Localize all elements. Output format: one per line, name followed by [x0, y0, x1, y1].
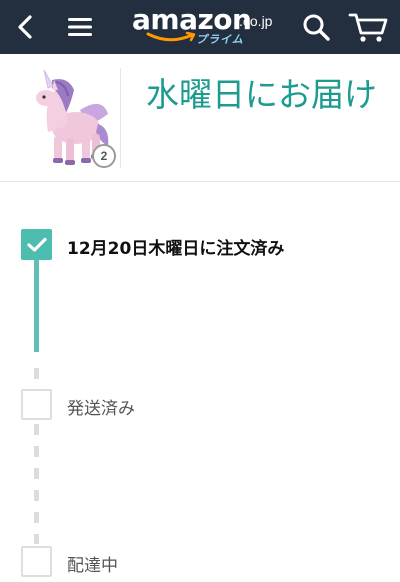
step-out-for-delivery-checkbox: [21, 546, 52, 577]
timeline-pending-line: [34, 424, 39, 544]
menu-button[interactable]: [58, 0, 102, 54]
timeline-pending-line: [34, 368, 39, 388]
timeline-progress-line: [34, 256, 39, 352]
quantity-badge: 2: [92, 144, 116, 168]
search-icon: [303, 14, 330, 41]
step-ordered-label: 12月20日木曜日に注文済み: [67, 239, 285, 259]
chevron-left-icon: [18, 15, 32, 39]
divider: [120, 68, 121, 168]
hamburger-menu-icon: [68, 18, 92, 36]
search-button[interactable]: [294, 0, 338, 54]
checkmark-icon: [26, 237, 47, 252]
cart-button[interactable]: [342, 0, 394, 54]
smile-arrow-icon: [146, 31, 196, 42]
logo-prime-label: プライム: [196, 33, 244, 46]
logo-domain: .co.jp: [239, 13, 273, 29]
step-out-for-delivery-label: 配達中: [67, 556, 118, 576]
amazon-prime-logo[interactable]: amazon .co.jp プライム: [128, 3, 278, 49]
cart-icon: [348, 13, 388, 42]
top-nav-bar: amazon .co.jp プライム: [0, 0, 400, 54]
order-item-summary: 2 水曜日にお届け: [0, 54, 400, 182]
step-shipped-label: 発送済み: [67, 399, 135, 419]
delivery-day-heading: 水曜日にお届け: [146, 75, 377, 114]
step-ordered-checkbox: [21, 229, 52, 260]
back-button[interactable]: [4, 0, 48, 54]
step-shipped-checkbox: [21, 389, 52, 420]
